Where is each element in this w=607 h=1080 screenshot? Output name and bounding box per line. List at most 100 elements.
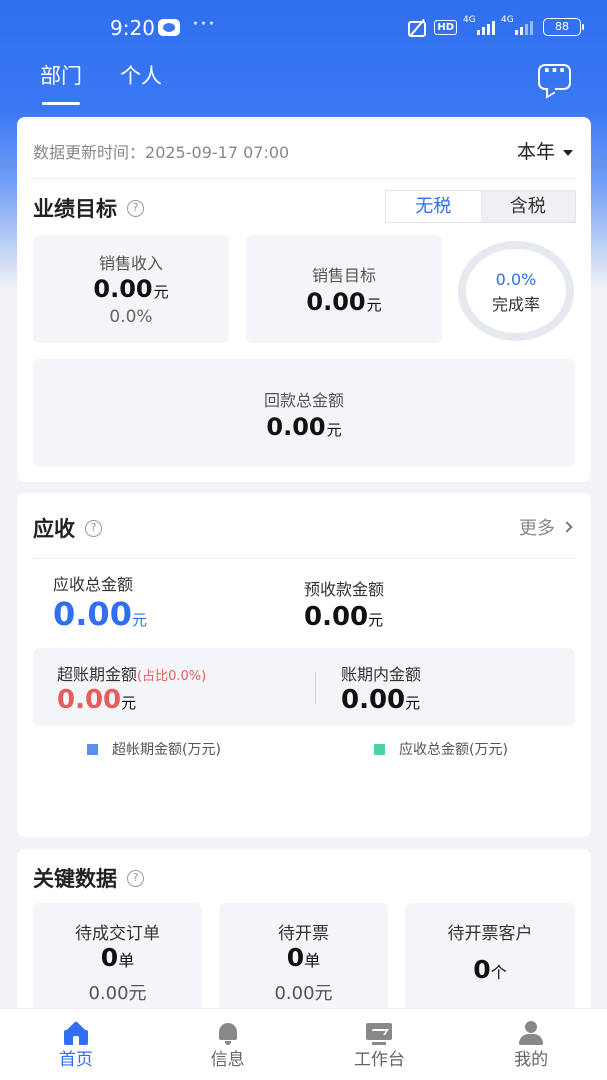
overdue-amount-unit: 元 bbox=[121, 694, 137, 712]
nav-label: 信息 bbox=[210, 1050, 245, 1070]
key-data-title: 关键数据 ? bbox=[33, 863, 144, 893]
key-item-label: 待成交订单 bbox=[75, 924, 160, 944]
status-icons: HD 4G 4G 88 bbox=[406, 15, 584, 37]
home-icon bbox=[63, 1021, 89, 1045]
prepaid-amount-unit: 元 bbox=[368, 611, 384, 629]
key-item-unit: 单 bbox=[118, 951, 135, 970]
key-item-value: 0 bbox=[473, 955, 491, 984]
receivable-total-unit: 元 bbox=[131, 611, 147, 629]
payment-total-label: 回款总金额 bbox=[263, 391, 344, 410]
prepaid-amount-value-row: 0.00元 bbox=[304, 602, 384, 632]
tax-option-included[interactable]: 含税 bbox=[481, 191, 576, 222]
receivables-title: 应收 ? bbox=[33, 513, 102, 543]
key-item-value-row: 0单 bbox=[33, 943, 202, 972]
key-item-label: 待开票客户 bbox=[447, 924, 533, 944]
sales-income-box: 销售收入 0.00元 0.0% bbox=[33, 235, 229, 343]
update-time-row: 数据更新时间：2025-09-17 07:00 bbox=[33, 139, 289, 163]
sales-target-box: 销售目标 0.00元 bbox=[246, 235, 442, 343]
overdue-ratio: (占比0.0%) bbox=[137, 669, 207, 684]
legend-item-overdue: 超帐期金额(万元) bbox=[87, 739, 221, 759]
status-bar: 9:20 ··· HD 4G 4G 88 bbox=[0, 0, 607, 56]
key-item-unit: 个 bbox=[490, 963, 507, 982]
key-item-value-row: 0单 bbox=[219, 943, 388, 972]
key-item-value-row: 0个 bbox=[405, 955, 575, 984]
nav-label: 我的 bbox=[514, 1050, 549, 1070]
tab-department[interactable]: 部门 bbox=[40, 60, 82, 105]
receivable-total-value-row: 0.00元 bbox=[53, 595, 147, 633]
more-link[interactable]: 更多 bbox=[519, 514, 573, 540]
divider bbox=[33, 558, 575, 559]
in-term-amount-label: 账期内金额 bbox=[341, 665, 422, 684]
completion-ring: 0.0% 完成率 bbox=[458, 241, 574, 341]
user-icon bbox=[518, 1021, 544, 1045]
status-dots: ··· bbox=[192, 12, 216, 37]
nav-profile[interactable]: 我的 bbox=[455, 1009, 607, 1080]
key-item-value: 0 bbox=[100, 943, 119, 972]
sales-income-value-row: 0.00元 bbox=[33, 275, 229, 303]
overdue-amount-label-row: 超账期金额(占比0.0%) bbox=[57, 661, 206, 685]
receivable-total-value: 0.00 bbox=[53, 595, 132, 633]
receivable-total-label: 应收总金额 bbox=[53, 575, 134, 594]
key-item-value: 0 bbox=[286, 943, 305, 972]
message-icon[interactable] bbox=[538, 58, 571, 90]
help-icon[interactable]: ? bbox=[127, 199, 144, 217]
help-icon[interactable]: ? bbox=[127, 869, 144, 887]
receivables-card: 应收 ? 更多 应收总金额 0.00元 预收款金额 0.00元 超账期金额(占比… bbox=[17, 493, 591, 837]
key-item-label: 待开票 bbox=[278, 924, 329, 944]
in-term-amount-value-row: 0.00元 bbox=[341, 685, 421, 715]
prepaid-amount-label: 预收款金额 bbox=[304, 580, 385, 599]
nav-home[interactable]: 首页 bbox=[0, 1009, 152, 1080]
in-term-amount-value: 0.00 bbox=[341, 685, 406, 715]
performance-card: 数据更新时间：2025-09-17 07:00 本年 业绩目标 ? 无税 含税 … bbox=[17, 117, 591, 482]
divider bbox=[315, 672, 316, 704]
help-icon[interactable]: ? bbox=[85, 519, 102, 537]
sales-target-value-row: 0.00元 bbox=[246, 288, 442, 316]
performance-title-text: 业绩目标 bbox=[33, 197, 117, 221]
key-item-pending-invoice-customers[interactable]: 待开票客户 0个 bbox=[405, 903, 575, 1023]
key-data-title-text: 关键数据 bbox=[33, 867, 117, 891]
period-label: 本年 bbox=[516, 141, 555, 163]
sales-income-unit: 元 bbox=[153, 283, 169, 301]
sales-income-value: 0.00 bbox=[93, 275, 153, 303]
hd-icon: HD bbox=[434, 19, 457, 35]
overdue-amount: 超账期金额(占比0.0%) 0.00元 bbox=[57, 661, 206, 715]
network-type-label: 4G bbox=[501, 15, 514, 25]
payment-total-box: 回款总金额 0.00元 bbox=[33, 359, 575, 467]
nav-workbench[interactable]: 工作台 bbox=[304, 1009, 456, 1080]
payment-total-value: 0.00 bbox=[266, 413, 326, 441]
key-item-pending-invoice[interactable]: 待开票 0单 0.00元 bbox=[219, 903, 388, 1023]
chevron-right-icon bbox=[561, 521, 573, 533]
workbench-icon bbox=[366, 1021, 393, 1045]
tax-option-excluded[interactable]: 无税 bbox=[386, 191, 481, 222]
sales-income-pct: 0.0% bbox=[109, 307, 153, 327]
network-type-label: 4G bbox=[463, 15, 476, 25]
legend-swatch bbox=[374, 743, 385, 755]
scope-tabs: 部门 个人 bbox=[40, 60, 162, 105]
payment-total-unit: 元 bbox=[326, 421, 342, 439]
tab-personal[interactable]: 个人 bbox=[120, 60, 162, 105]
prepaid-amount: 预收款金额 0.00元 bbox=[304, 576, 384, 632]
overdue-amount-value: 0.00 bbox=[57, 685, 122, 715]
in-term-amount: 账期内金额 0.00元 bbox=[341, 661, 421, 715]
update-time-label: 数据更新时间： bbox=[33, 143, 146, 162]
nav-label: 首页 bbox=[58, 1050, 93, 1070]
completion-rate-value: 0.0% bbox=[495, 270, 537, 289]
bell-icon bbox=[215, 1021, 241, 1045]
payment-total-value-row: 0.00元 bbox=[33, 413, 575, 441]
period-dropdown[interactable]: 本年 bbox=[517, 137, 573, 164]
battery-icon: 88 bbox=[543, 18, 584, 36]
key-item-amount: 0.00元 bbox=[88, 983, 147, 1004]
completion-rate-label: 完成率 bbox=[491, 295, 540, 314]
divider bbox=[33, 178, 575, 179]
caret-down-icon bbox=[563, 149, 573, 156]
key-item-amount: 0.00元 bbox=[274, 983, 333, 1004]
sales-income-label: 销售收入 bbox=[98, 254, 163, 273]
tax-toggle: 无税 含税 bbox=[385, 190, 576, 223]
receivables-title-text: 应收 bbox=[33, 517, 75, 541]
receivable-total: 应收总金额 0.00元 bbox=[53, 571, 147, 633]
key-item-pending-orders[interactable]: 待成交订单 0单 0.00元 bbox=[33, 903, 202, 1023]
nav-messages[interactable]: 信息 bbox=[152, 1009, 304, 1080]
sales-target-value: 0.00 bbox=[306, 288, 366, 316]
update-time-value: 2025-09-17 07:00 bbox=[145, 143, 290, 162]
nav-label: 工作台 bbox=[353, 1050, 405, 1070]
